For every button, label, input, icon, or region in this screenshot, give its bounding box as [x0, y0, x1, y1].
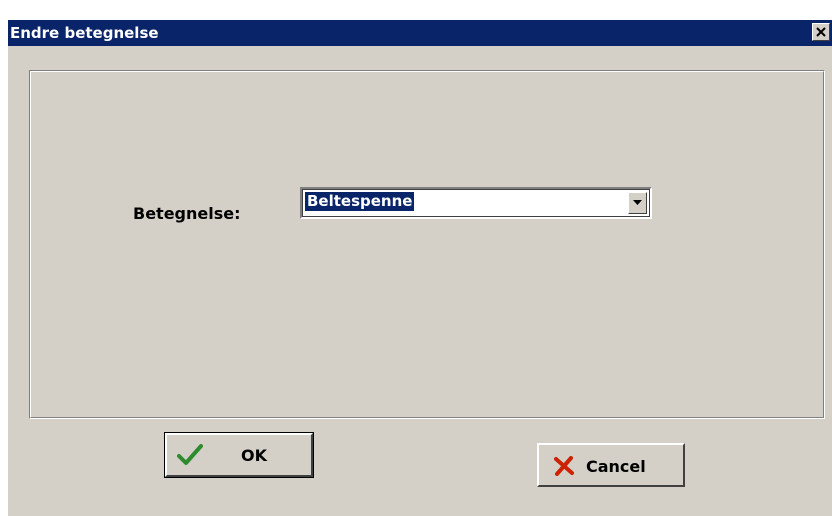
cancel-button[interactable]: Cancel [537, 443, 685, 487]
window-title: Endre betegnelse [10, 24, 159, 42]
dialog-window: Endre betegnelse Betegnelse: Beltespenne… [8, 20, 832, 516]
close-icon [816, 27, 826, 37]
checkmark-icon [177, 444, 203, 465]
cancel-button-label: Cancel [586, 457, 646, 476]
ok-button-label: OK [241, 446, 267, 465]
chevron-down-icon [633, 200, 642, 205]
x-icon [554, 456, 574, 476]
combobox-dropdown-button[interactable] [628, 192, 647, 214]
close-button[interactable] [812, 23, 830, 41]
content-panel [29, 70, 825, 419]
betegnelse-combobox[interactable]: Beltespenne [300, 187, 652, 219]
betegnelse-label: Betegnelse: [133, 204, 241, 223]
ok-button[interactable]: OK [164, 432, 314, 478]
combobox-selected-value[interactable]: Beltespenne [305, 192, 415, 211]
title-bar[interactable]: Endre betegnelse [8, 20, 832, 46]
